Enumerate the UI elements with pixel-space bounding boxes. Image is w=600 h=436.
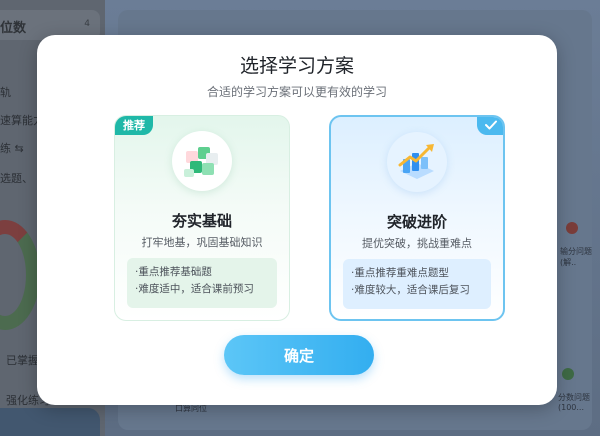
plan-name: 突破进阶 bbox=[386, 213, 447, 231]
background-left-tag: 4 bbox=[84, 19, 90, 29]
plan-name: 夯实基础 bbox=[171, 212, 232, 230]
background-left-line: 轨 bbox=[0, 86, 11, 99]
confirm-button[interactable]: 确定 bbox=[224, 335, 374, 375]
plan-description: 提优突破，挑战重难点 bbox=[362, 237, 472, 250]
background-left-line: 已掌握 bbox=[6, 354, 39, 367]
plan-select-dialog: 选择学习方案 合适的学习方案可以更有效的学习 推荐 夯实基础 打牢地基，巩固基础… bbox=[37, 35, 557, 405]
plan-card-advanced[interactable]: 突破进阶 提优突破，挑战重难点 ·重点推荐重难点题型 ·难度较大，适合课后复习 bbox=[329, 115, 505, 321]
background-right-label: 输分问题 (解.. bbox=[560, 247, 592, 267]
background-green-dot bbox=[562, 368, 574, 380]
growth-chart-icon bbox=[387, 132, 447, 192]
background-left-header-label: 位数 bbox=[0, 21, 27, 36]
cubes-icon bbox=[172, 131, 232, 191]
background-right-label: 分数问题 (100... bbox=[558, 393, 590, 412]
plan-point: ·难度较大，适合课后复习 bbox=[351, 284, 470, 296]
background-progress-ring bbox=[0, 220, 40, 330]
plan-points: ·重点推荐重难点题型 ·难度较大，适合课后复习 bbox=[343, 259, 491, 309]
recommend-badge: 推荐 bbox=[115, 116, 153, 135]
dialog-title: 选择学习方案 bbox=[239, 55, 354, 77]
plan-point: ·重点推荐基础题 bbox=[135, 266, 212, 278]
plan-point: ·重点推荐重难点题型 bbox=[351, 267, 449, 279]
plan-point: ·难度适中，适合课前预习 bbox=[135, 283, 254, 295]
selected-check-icon bbox=[477, 117, 503, 135]
background-red-dot bbox=[566, 222, 578, 234]
background-left-line: 选题、 bbox=[0, 172, 33, 185]
background-left-button bbox=[0, 408, 100, 436]
plan-description: 打牢地基，巩固基础知识 bbox=[141, 236, 263, 249]
plan-card-basic[interactable]: 推荐 夯实基础 打牢地基，巩固基础知识 ·重点推荐基础题 ·难度适中，适合课前预… bbox=[114, 115, 290, 321]
plan-points: ·重点推荐基础题 ·难度适中，适合课前预习 bbox=[127, 258, 277, 308]
dialog-subtitle: 合适的学习方案可以更有效的学习 bbox=[206, 85, 387, 99]
background-left-line: 练 ⇆ bbox=[0, 142, 24, 155]
